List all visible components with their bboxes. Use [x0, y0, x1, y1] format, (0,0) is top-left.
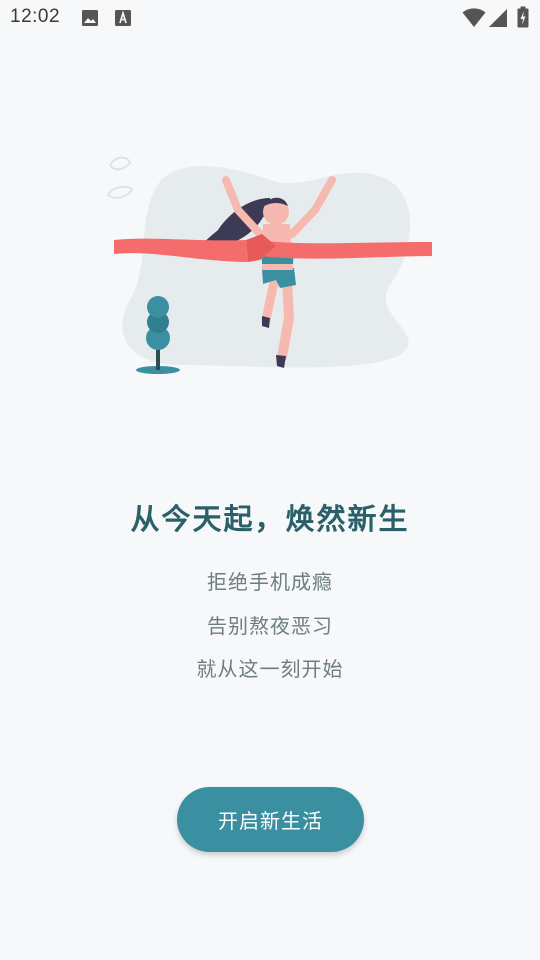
- leaf-shape: [108, 156, 132, 171]
- battery-charging-icon: [517, 6, 529, 32]
- image-icon: [81, 9, 99, 31]
- leaf-shape: [106, 185, 134, 199]
- text-a-icon: [114, 9, 132, 31]
- intro-line-1: 拒绝手机成瘾: [207, 570, 333, 594]
- signal-icon: [488, 8, 508, 32]
- intro-line-3: 就从这一刻开始: [196, 657, 344, 681]
- intro-line-2: 告别熬夜恶习: [207, 614, 333, 638]
- runner-shoe: [262, 316, 270, 328]
- wifi-icon: [462, 8, 486, 32]
- headline: 从今天起，焕然新生: [130, 502, 410, 536]
- tree-canopy: [147, 296, 169, 318]
- runner-finish-line-illustration: [106, 156, 432, 374]
- status-time: 12:02: [10, 6, 61, 27]
- start-new-life-button[interactable]: 开启新生活: [177, 787, 364, 852]
- status-bar: 12:02: [0, 0, 540, 36]
